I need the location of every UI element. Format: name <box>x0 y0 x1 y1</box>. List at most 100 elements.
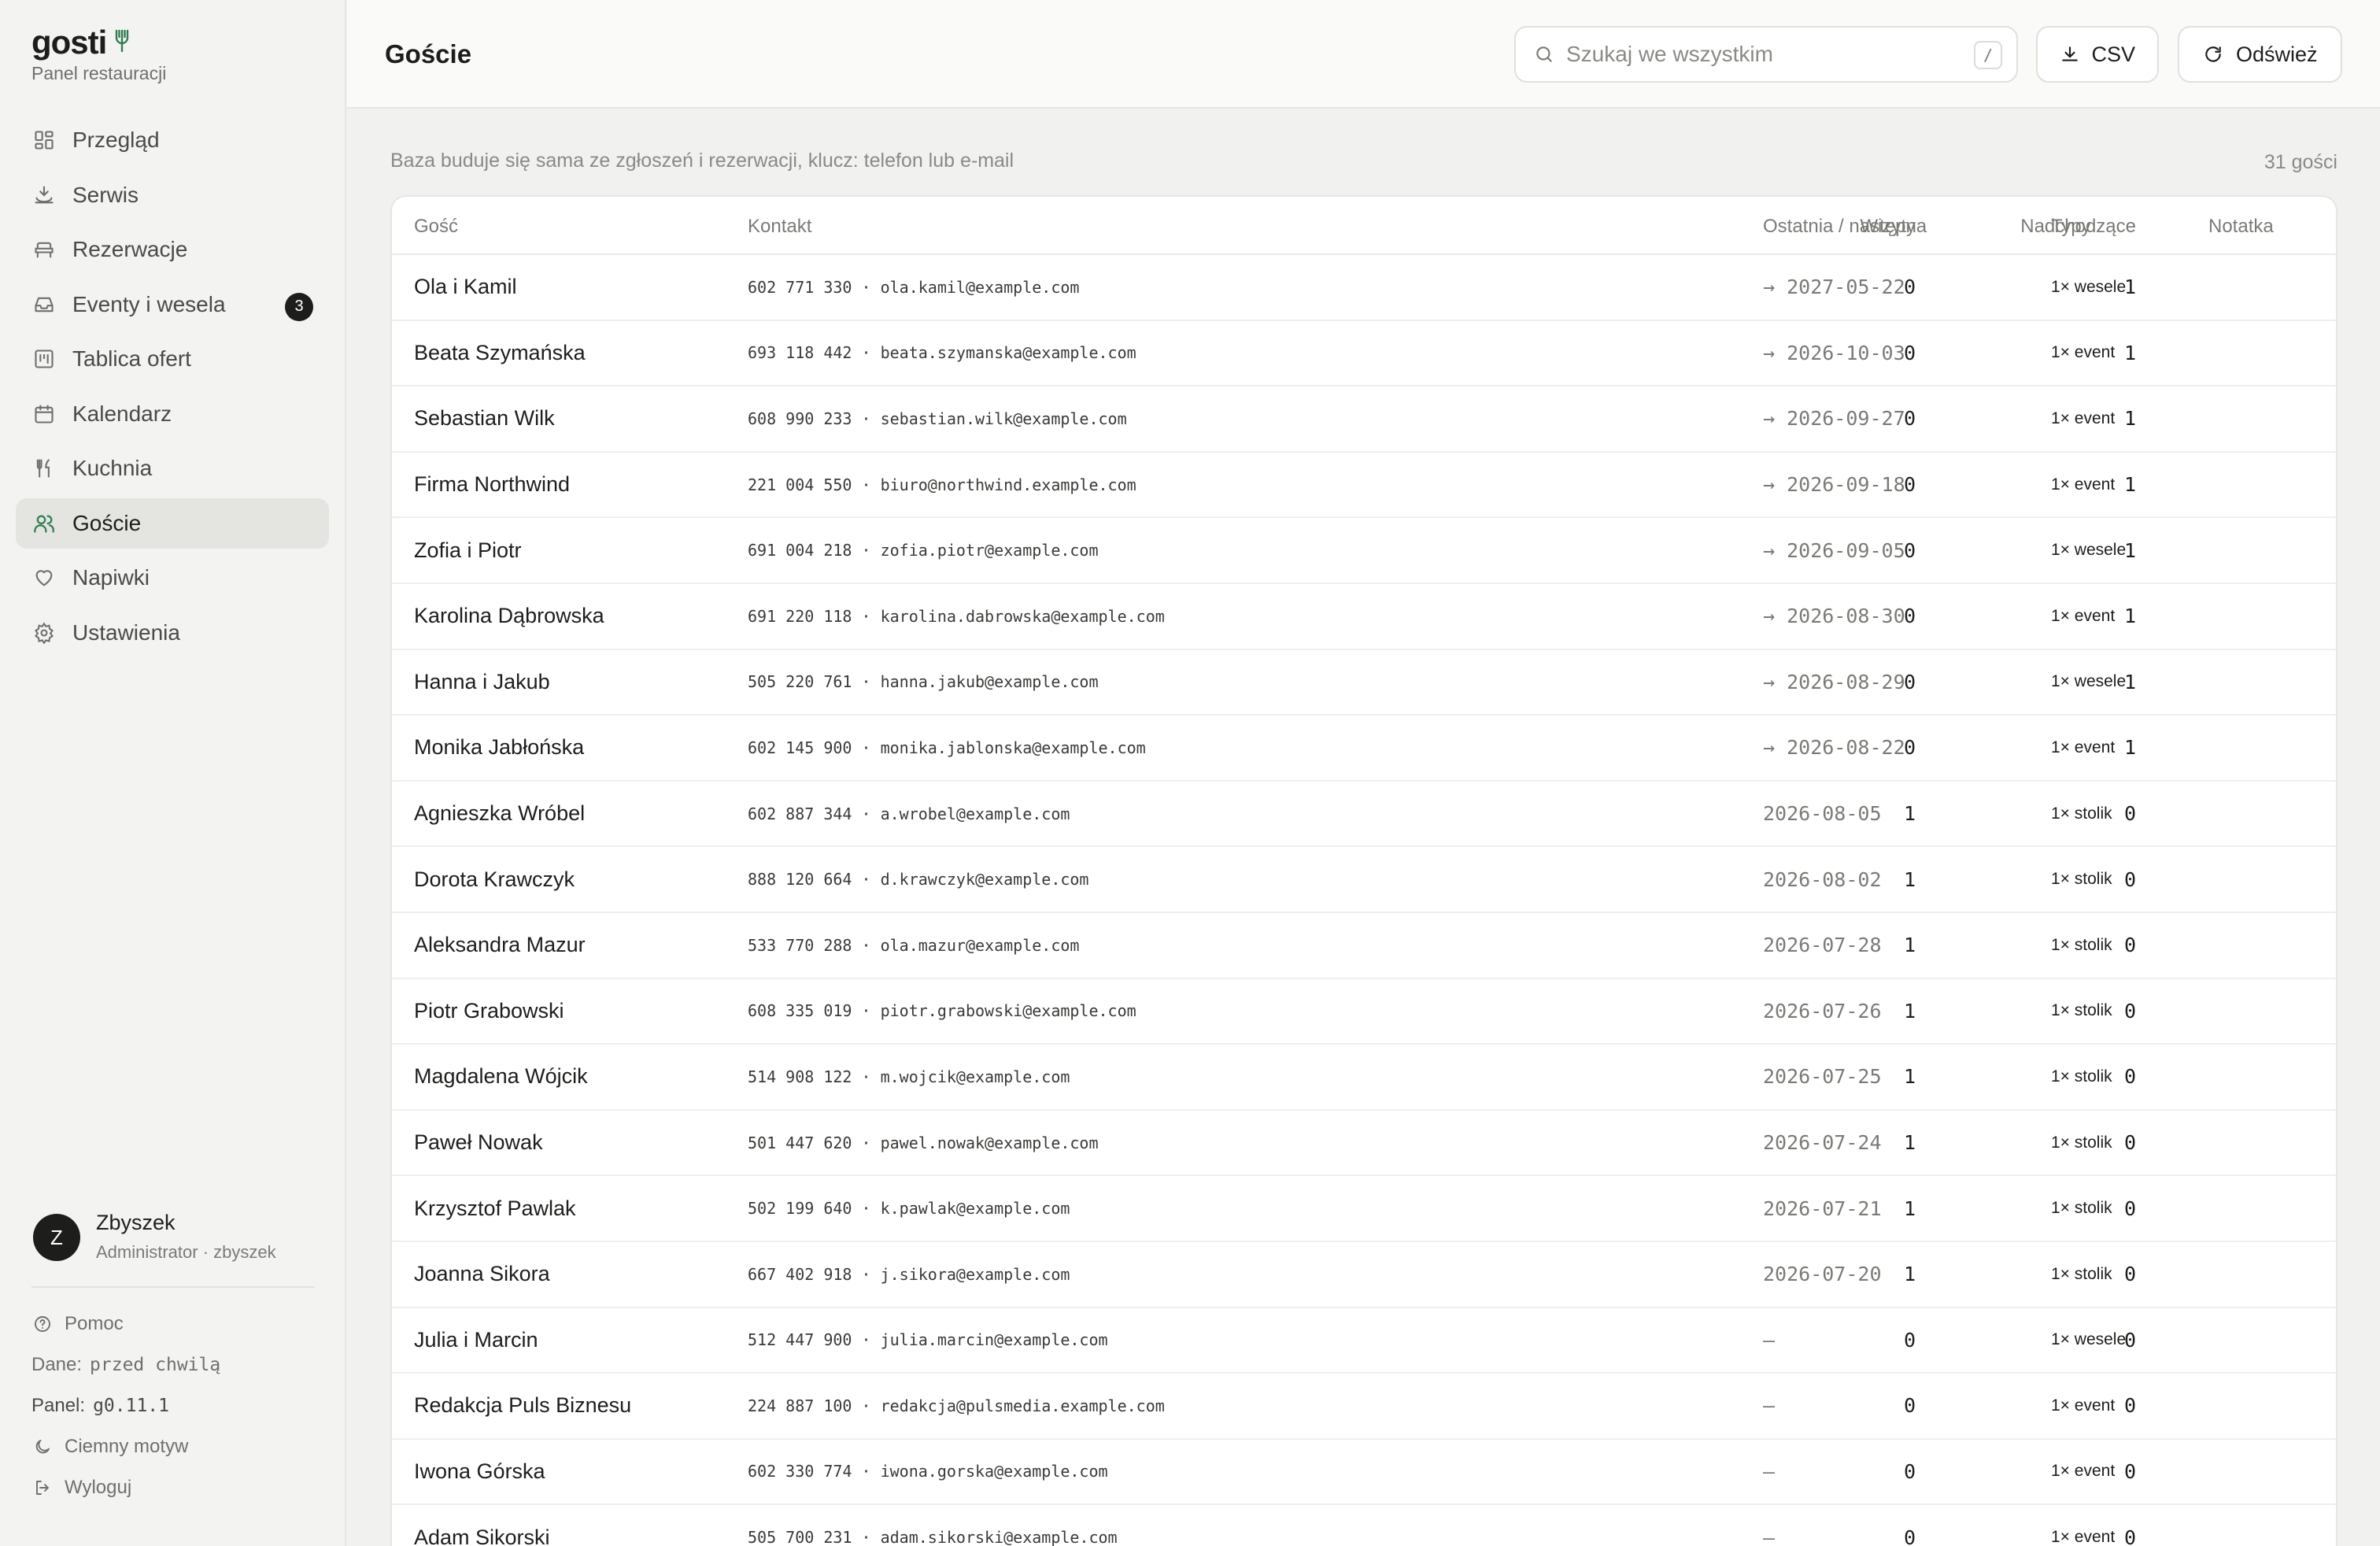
visits-cell: 0 <box>1903 276 1916 299</box>
table-row[interactable]: Redakcja Puls Biznesu 224 887 100 · redak… <box>392 1374 2336 1440</box>
table-row[interactable]: Monika Jabłońska 602 145 900 · monika.jab… <box>392 716 2336 782</box>
last-next-date-cell: 2026-08-05 <box>1763 802 1882 826</box>
table-row[interactable]: Krzysztof Pawlak 502 199 640 · k.pawlak@e… <box>392 1176 2336 1242</box>
table-row[interactable]: Paweł Nowak 501 447 620 · pawel.nowak@exa… <box>392 1111 2336 1177</box>
search-shortcut-key: / <box>1974 41 2002 69</box>
sidebar-nav: Przegląd Serwis Rezerwacje Eventy i wese… <box>16 115 329 662</box>
visits-cell: 0 <box>1903 1459 1916 1483</box>
upcoming-cell: 1 <box>2123 276 2136 299</box>
upcoming-cell: 1 <box>2123 736 2136 760</box>
search-box[interactable]: / <box>1514 26 2018 83</box>
visits-cell: 1 <box>1903 867 1916 891</box>
contact-cell: 501 447 620 · pawel.nowak@example.com <box>748 1133 1099 1152</box>
table-row[interactable]: Hanna i Jakub 505 220 761 · hanna.jakub@e… <box>392 650 2336 716</box>
types-cell: 1× stolik <box>2051 1199 2112 1218</box>
data-status: Dane: przed chwilą <box>31 1354 315 1376</box>
table-row[interactable]: Beata Szymańska 693 118 442 · beata.szyma… <box>392 321 2336 387</box>
guest-name-cell: Firma Northwind <box>414 472 571 497</box>
utensils-icon <box>31 456 57 481</box>
guest-name-cell: Dorota Krawczyk <box>414 867 575 891</box>
table-row[interactable]: Firma Northwind 221 004 550 · biuro@north… <box>392 453 2336 519</box>
chair-icon <box>31 237 57 262</box>
last-next-date-cell: – <box>1763 1459 1776 1483</box>
sidebar-item-kalendarz[interactable]: Kalendarz <box>16 389 329 439</box>
user-name: Zbyszek <box>96 1211 176 1234</box>
search-input[interactable] <box>1566 42 1960 67</box>
guests-table: Gość Kontakt Wizyty Nadchodzące Ostatnia… <box>390 195 2338 1546</box>
visits-cell: 0 <box>1903 670 1916 693</box>
upcoming-cell: 0 <box>2123 1328 2136 1352</box>
gear-icon <box>31 620 57 645</box>
upcoming-cell: 0 <box>2123 999 2136 1023</box>
table-row[interactable]: Piotr Grabowski 608 335 019 · piotr.grabo… <box>392 979 2336 1045</box>
sidebar-item-label: Napiwki <box>72 565 150 590</box>
last-next-date-cell: 2026-07-24 <box>1763 1131 1882 1155</box>
types-cell: 1× event <box>2051 1528 2116 1546</box>
column-header-last-next[interactable]: Ostatnia / następna <box>1763 216 1927 238</box>
column-header-guest[interactable]: Gość <box>414 216 458 238</box>
sidebar-item-rezerwacje[interactable]: Rezerwacje <box>16 224 329 275</box>
csv-button-label: CSV <box>2091 42 2135 66</box>
visits-cell: 1 <box>1903 1196 1916 1220</box>
contact-cell: 602 771 330 · ola.kamil@example.com <box>748 277 1080 297</box>
top-bar: Goście / CSV Odśwież <box>347 0 2380 109</box>
table-row[interactable]: Ola i Kamil 602 771 330 · ola.kamil@examp… <box>392 255 2336 321</box>
table-row[interactable]: Karolina Dąbrowska 691 220 118 · karolina… <box>392 584 2336 650</box>
csv-export-button[interactable]: CSV <box>2036 26 2159 83</box>
upcoming-cell: 0 <box>2123 867 2136 891</box>
inbox-icon <box>31 292 57 317</box>
table-row[interactable]: Dorota Krawczyk 888 120 664 · d.krawczyk@… <box>392 847 2336 913</box>
sidebar-item-tablica-ofert[interactable]: Tablica ofert <box>16 334 329 384</box>
table-row[interactable]: Iwona Górska 602 330 774 · iwona.gorska@e… <box>392 1440 2336 1506</box>
table-row[interactable]: Zofia i Piotr 691 004 218 · zofia.piotr@e… <box>392 518 2336 584</box>
table-row[interactable]: Sebastian Wilk 608 990 233 · sebastian.wi… <box>392 386 2336 453</box>
contact-cell: 667 402 918 · j.sikora@example.com <box>748 1264 1070 1284</box>
help-icon <box>31 1313 54 1335</box>
sidebar-item-serwis[interactable]: Serwis <box>16 170 329 220</box>
sidebar-item-przeglad[interactable]: Przegląd <box>16 115 329 165</box>
sidebar-item-eventy[interactable]: Eventy i wesela 3 <box>16 279 329 330</box>
search-icon <box>1533 43 1555 65</box>
brand-name: gosti <box>31 24 107 61</box>
sidebar-item-label: Przegląd <box>72 128 160 152</box>
last-next-date-cell: – <box>1763 1526 1776 1546</box>
logout-link[interactable]: Wyloguj <box>31 1477 315 1499</box>
types-cell: 1× event <box>2051 343 2116 362</box>
grid-icon <box>31 128 57 153</box>
types-cell: 1× event <box>2051 606 2116 625</box>
table-row[interactable]: Agnieszka Wróbel 602 887 344 · a.wrobel@e… <box>392 782 2336 848</box>
users-icon <box>31 511 57 536</box>
column-header-types[interactable]: Typy <box>2051 216 2091 238</box>
visits-cell: 1 <box>1903 802 1916 826</box>
guest-name-cell: Adam Sikorski <box>414 1525 550 1546</box>
user-profile[interactable]: Z Zbyszek Administrator · zbyszek <box>31 1211 315 1286</box>
heart-icon <box>31 565 57 590</box>
refresh-button[interactable]: Odśwież <box>2178 26 2342 83</box>
last-next-date-cell: → 2026-09-27 <box>1763 407 1905 431</box>
guest-name-cell: Piotr Grabowski <box>414 998 564 1023</box>
types-cell: 1× stolik <box>2051 1067 2112 1086</box>
brand[interactable]: gosti Panel restauracji <box>31 24 166 84</box>
contact-cell: 533 770 288 · ola.mazur@example.com <box>748 935 1080 955</box>
dark-mode-toggle[interactable]: Ciemny motyw <box>31 1436 315 1458</box>
last-next-date-cell: – <box>1763 1394 1776 1418</box>
help-link[interactable]: Pomoc <box>31 1313 315 1335</box>
refresh-button-label: Odśwież <box>2236 42 2318 66</box>
upcoming-cell: 0 <box>2123 802 2136 826</box>
types-cell: 1× stolik <box>2051 1001 2112 1020</box>
table-row[interactable]: Joanna Sikora 667 402 918 · j.sikora@exam… <box>392 1242 2336 1308</box>
column-header-note[interactable]: Notatka <box>2208 216 2274 238</box>
upcoming-cell: 1 <box>2123 473 2136 497</box>
sidebar-item-label: Kalendarz <box>72 401 172 426</box>
sidebar-item-kuchnia[interactable]: Kuchnia <box>16 443 329 494</box>
column-header-contact[interactable]: Kontakt <box>748 216 811 238</box>
sidebar-item-goscie[interactable]: Goście <box>16 497 329 549</box>
table-row[interactable]: Magdalena Wójcik 514 908 122 · m.wojcik@e… <box>392 1045 2336 1111</box>
table-row[interactable]: Aleksandra Mazur 533 770 288 · ola.mazur@… <box>392 913 2336 979</box>
sidebar-item-napiwki[interactable]: Napiwki <box>16 553 329 603</box>
upcoming-cell: 1 <box>2123 407 2136 431</box>
contact-cell: 608 335 019 · piotr.grabowski@example.co… <box>748 1001 1136 1021</box>
table-row[interactable]: Adam Sikorski 505 700 231 · adam.sikorski… <box>392 1505 2336 1546</box>
table-row[interactable]: Julia i Marcin 512 447 900 · julia.marcin… <box>392 1308 2336 1374</box>
sidebar-item-ustawienia[interactable]: Ustawienia <box>16 608 329 658</box>
